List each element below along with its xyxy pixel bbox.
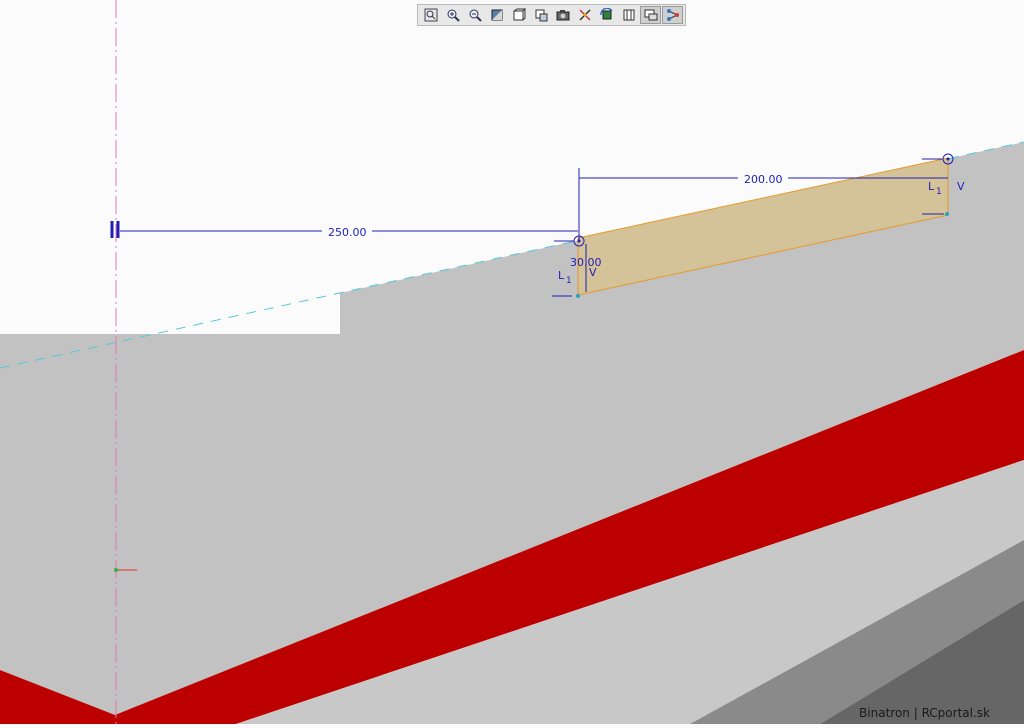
left-bottom-point[interactable] xyxy=(576,294,580,298)
model-viewport[interactable]: 250.00 200.00 30.00 L 1 V L 1 V xyxy=(0,0,1024,724)
zoom-out-icon xyxy=(469,9,482,22)
zoom-extents-icon xyxy=(424,8,437,22)
view-toolbar xyxy=(417,4,686,26)
right-segment-label: L xyxy=(928,180,935,193)
display-mode-button[interactable] xyxy=(640,6,661,24)
scene-canvas[interactable]: 250.00 200.00 30.00 L 1 V L 1 V xyxy=(0,0,1024,724)
local-axis-origin xyxy=(114,568,118,572)
rotate-icon xyxy=(599,8,613,20)
connection-mode-button[interactable] xyxy=(662,6,683,24)
left-node-center xyxy=(577,239,581,243)
snapshot-button[interactable] xyxy=(552,6,573,24)
right-bottom-point[interactable] xyxy=(945,212,949,216)
zoom-in-button[interactable] xyxy=(442,6,463,24)
view-cube-icon xyxy=(491,9,502,21)
left-vertex-label: V xyxy=(589,266,597,279)
display-mode-icon xyxy=(644,9,657,21)
view-orientation-button[interactable] xyxy=(508,6,529,24)
view-settings-button[interactable] xyxy=(530,6,551,24)
watermark-text: Binatron | RCportal.sk xyxy=(859,706,990,720)
zoom-extents-button[interactable] xyxy=(420,6,441,24)
dim-value-height[interactable]: 30.00 xyxy=(570,256,602,269)
right-node-center xyxy=(946,157,950,161)
view-box-icon xyxy=(513,8,526,21)
view-3d-button[interactable] xyxy=(486,6,507,24)
section-view-button[interactable] xyxy=(618,6,639,24)
snap-icon xyxy=(578,9,591,21)
dim-value-offset[interactable]: 250.00 xyxy=(328,226,367,239)
rotate-view-button[interactable] xyxy=(596,6,617,24)
left-segment-label: L xyxy=(558,269,565,282)
camera-icon xyxy=(556,10,569,21)
zoom-out-button[interactable] xyxy=(464,6,485,24)
right-vertex-label: V xyxy=(957,180,965,193)
left-segment-index: 1 xyxy=(566,276,572,286)
zoom-in-icon xyxy=(447,9,460,22)
view-settings-icon xyxy=(535,9,547,22)
node-link-icon xyxy=(666,9,679,21)
right-segment-index: 1 xyxy=(936,187,942,197)
dim-value-width[interactable]: 200.00 xyxy=(744,173,783,186)
snap-toggle-button[interactable] xyxy=(574,6,595,24)
section-icon xyxy=(623,9,634,21)
